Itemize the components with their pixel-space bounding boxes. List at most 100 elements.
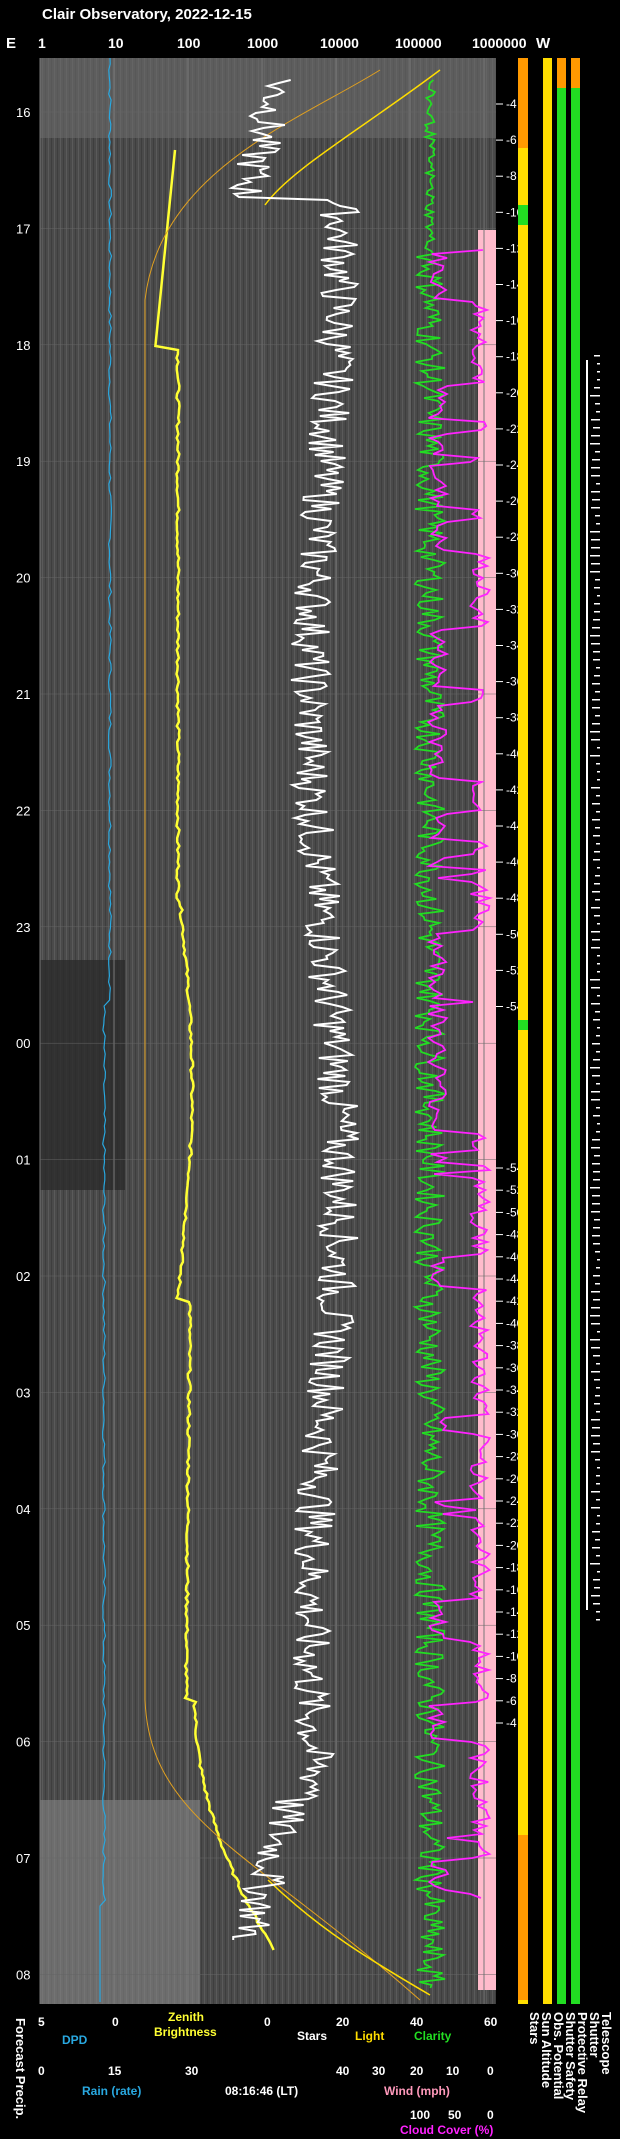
telescope-mark	[595, 827, 600, 829]
clair-observatory-chart: Clair Observatory, 2022-12-15 E W 1 10 1…	[6, 6, 614, 2137]
telescope-mark	[592, 1427, 600, 1429]
status-bars	[518, 58, 600, 2004]
protective-relay-top	[571, 58, 580, 88]
forecast-precip-label: Forecast Precip.	[13, 2018, 28, 2119]
telescope-mark	[592, 891, 600, 893]
telescope-mark	[591, 507, 600, 509]
telescope-mark	[594, 611, 600, 613]
rain-label: Rain (rate)	[82, 2084, 141, 2098]
time-label-03: 03	[16, 1385, 30, 1400]
telescope-mark	[590, 1187, 600, 1189]
stars-scale-20: 20	[336, 2015, 350, 2029]
time-label-01: 01	[16, 1153, 30, 1168]
telescope-mark	[591, 1211, 600, 1213]
sun-alt-label: -8	[506, 169, 517, 183]
stars-scale-60: 60	[484, 2015, 498, 2029]
telescope-mark	[590, 1067, 600, 1069]
time-label-17: 17	[16, 221, 30, 236]
time-label-21: 21	[16, 687, 30, 702]
telescope-mark	[594, 387, 600, 389]
telescope-mark	[596, 1619, 600, 1621]
stars-scale-40: 40	[410, 2015, 424, 2029]
telescope-mark	[593, 1579, 600, 1581]
telescope-mark	[590, 1563, 600, 1565]
telescope-mark	[593, 651, 600, 653]
time-label-00: 00	[16, 1036, 30, 1051]
telescope-mark	[591, 1099, 600, 1101]
telescope-mark	[595, 899, 600, 901]
telescope-mark	[597, 1331, 600, 1333]
telescope-mark	[590, 635, 600, 637]
telescope-mark	[595, 579, 600, 581]
telescope-mark	[597, 971, 600, 973]
telescope-mark	[593, 427, 600, 429]
telescope-mark	[595, 1011, 600, 1013]
top-scale-1000000: 1000000	[472, 35, 527, 51]
telescope-mark	[596, 1483, 600, 1485]
telescope-mark	[595, 1283, 600, 1285]
telescope-mark	[590, 395, 600, 397]
telescope-mark	[590, 731, 600, 733]
telescope-mark	[591, 1347, 600, 1349]
telescope-mark	[597, 779, 600, 781]
telescope-mark	[596, 763, 600, 765]
time-axis: 16 17 18 19 20 21 22 23 00 01 02 03 04 05 06 07 08	[16, 105, 30, 1982]
telescope-mark	[591, 1091, 600, 1093]
time-label-23: 23	[16, 920, 30, 935]
telescope-mark	[591, 1003, 600, 1005]
sun-alt-label: -8	[506, 1672, 517, 1686]
telescope-mark	[590, 1315, 600, 1317]
rain-scale-0: 0	[38, 2064, 45, 2078]
stars-status-dawn	[518, 1835, 528, 2000]
time-label-05: 05	[16, 1618, 30, 1633]
telescope-mark	[593, 835, 600, 837]
telescope-mark	[594, 915, 600, 917]
sun-alt-label: -4	[506, 1716, 517, 1730]
telescope-mark	[592, 803, 600, 805]
status-bar-labels: TelescopeShutterProtective RelayShutter …	[527, 2012, 614, 2114]
telescope-mark	[593, 859, 600, 861]
light-label: Light	[355, 2029, 384, 2043]
zenith-label-2: Brightness	[154, 2025, 217, 2039]
telescope-mark	[593, 1299, 600, 1301]
telescope-mark	[591, 491, 600, 493]
time-label-06: 06	[16, 1735, 30, 1750]
telescope-mark	[592, 459, 600, 461]
telescope-mark	[593, 1227, 600, 1229]
telescope-mark	[592, 499, 600, 501]
telescope-mark	[597, 1571, 600, 1573]
telescope-mark	[591, 1595, 600, 1597]
telescope-mark	[594, 1155, 600, 1157]
compass-east: E	[6, 35, 16, 52]
telescope-mark	[591, 1419, 600, 1421]
time-label-08: 08	[16, 1967, 30, 1982]
telescope-mark	[596, 1035, 600, 1037]
telescope-mark	[591, 987, 600, 989]
telescope-mark	[592, 1139, 600, 1141]
telescope-mark	[596, 1411, 600, 1413]
chart-title: Clair Observatory, 2022-12-15	[42, 6, 252, 23]
telescope-mark	[594, 1403, 600, 1405]
telescope-mark	[590, 1339, 600, 1341]
time-label-18: 18	[16, 338, 30, 353]
telescope-mark	[590, 555, 600, 557]
timestamp: 08:16:46 (LT)	[225, 2084, 298, 2098]
time-label-20: 20	[16, 571, 30, 586]
telescope-mark	[596, 811, 600, 813]
telescope-mark	[593, 1059, 600, 1061]
telescope-mark	[591, 1491, 600, 1493]
rain-scale-15: 15	[108, 2064, 122, 2078]
telescope-mark	[591, 907, 600, 909]
time-label-19: 19	[16, 454, 30, 469]
telescope-mark	[593, 619, 600, 621]
telescope-mark	[597, 1467, 600, 1469]
telescope-mark	[596, 1499, 600, 1501]
sun-alt-label: -6	[506, 133, 517, 147]
telescope-mark	[591, 435, 600, 437]
telescope-mark	[592, 1531, 600, 1533]
telescope-mark	[591, 1435, 600, 1437]
telescope-mark	[597, 963, 600, 965]
telescope-mark	[597, 1027, 600, 1029]
telescope-mark	[592, 1235, 600, 1237]
clarity-label: Clarity	[414, 2029, 452, 2043]
